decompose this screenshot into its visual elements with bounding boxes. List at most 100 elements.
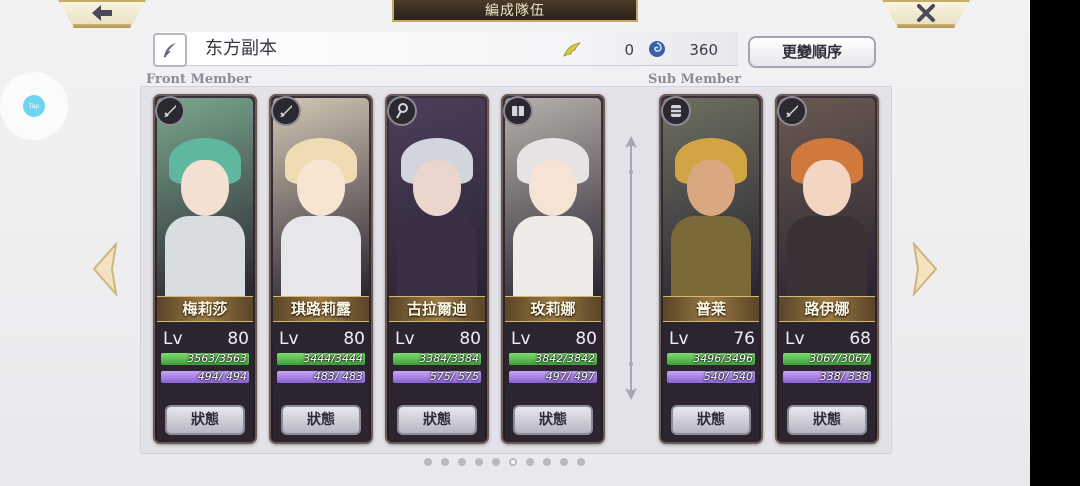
member-nameplate: 古拉爾迪 — [389, 296, 485, 322]
member-portrait — [505, 98, 601, 296]
mp-value: 483/ 483 — [313, 371, 363, 383]
close-button[interactable] — [882, 0, 970, 28]
close-x-icon — [882, 2, 970, 28]
hp-bar: 3067/3067 — [783, 353, 871, 365]
mp-value: 540/ 540 — [703, 371, 753, 383]
member-card-4[interactable]: 玫莉娜 Lv 80 3842/3842 497/ 497 狀態 — [501, 94, 605, 444]
chevron-left-icon[interactable] — [90, 242, 120, 296]
page-dot[interactable] — [560, 458, 568, 466]
hp-bar: 3496/3496 — [667, 353, 755, 365]
status-button[interactable]: 狀態 — [671, 405, 751, 435]
status-button[interactable]: 狀態 — [787, 405, 867, 435]
edit-party-name-button[interactable] — [153, 33, 187, 67]
screen-title: 編成隊伍 — [485, 3, 545, 19]
member-stats: Lv 76 3496/3496 540/ 540 狀態 — [663, 323, 759, 442]
member-card-1[interactable]: 梅莉莎 Lv 80 3563/3563 494/ 494 狀態 — [153, 94, 257, 444]
status-button[interactable]: 狀態 — [281, 405, 361, 435]
page-dot[interactable] — [509, 458, 517, 466]
level-label: Lv — [785, 329, 805, 349]
member-portrait — [779, 98, 875, 296]
change-order-button[interactable]: 更變順序 — [748, 36, 876, 68]
member-portrait — [389, 98, 485, 296]
hp-value: 3563/3563 — [187, 353, 247, 365]
page-dot[interactable] — [458, 458, 466, 466]
member-portrait — [663, 98, 759, 296]
member-name: 梅莉莎 — [182, 300, 228, 318]
page-dot[interactable] — [492, 458, 500, 466]
swirl-orb-icon — [649, 41, 665, 57]
member-portrait — [157, 98, 253, 296]
member-nameplate: 路伊娜 — [779, 296, 875, 322]
mp-bar: 497/ 497 — [509, 371, 597, 383]
hp-value: 3496/3496 — [693, 353, 753, 365]
member-stats: Lv 68 3067/3067 338/ 338 狀態 — [779, 323, 875, 442]
mp-value: 494/ 494 — [197, 371, 247, 383]
member-portrait — [273, 98, 369, 296]
status-button[interactable]: 狀態 — [513, 405, 593, 435]
hp-bar: 3563/3563 — [161, 353, 249, 365]
member-nameplate: 琪路莉露 — [273, 296, 369, 322]
page-dot[interactable] — [577, 458, 585, 466]
device-edge — [1030, 0, 1080, 486]
status-button[interactable]: 狀態 — [165, 405, 245, 435]
member-name: 普莱 — [695, 300, 726, 318]
member-nameplate: 梅莉莎 — [157, 296, 253, 322]
hp-value: 3067/3067 — [809, 353, 869, 365]
mp-bar: 494/ 494 — [161, 371, 249, 383]
level-label: Lv — [279, 329, 299, 349]
member-stats: Lv 80 3842/3842 497/ 497 狀態 — [505, 323, 601, 442]
wing-icon — [563, 42, 581, 57]
member-stats: Lv 80 3384/3384 575/ 575 狀態 — [389, 323, 485, 442]
member-card-3[interactable]: 古拉爾迪 Lv 80 3384/3384 575/ 575 狀態 — [385, 94, 489, 444]
sub-member-label: Sub Member — [648, 72, 742, 87]
level-value: 76 — [733, 329, 755, 349]
mp-value: 338/ 338 — [819, 371, 869, 383]
hp-bar: 3842/3842 — [509, 353, 597, 365]
mp-bar: 483/ 483 — [277, 371, 365, 383]
sword-icon — [777, 96, 807, 126]
tap-label: Tap — [28, 102, 40, 110]
member-card-6[interactable]: 路伊娜 Lv 68 3067/3067 338/ 338 狀態 — [775, 94, 879, 444]
member-stats: Lv 80 3563/3563 494/ 494 狀態 — [157, 323, 253, 442]
wing-count: 0 — [624, 41, 634, 59]
hp-bar: 3444/3444 — [277, 353, 365, 365]
mp-value: 497/ 497 — [545, 371, 595, 383]
back-arrow-icon — [58, 2, 146, 28]
member-card-2[interactable]: 琪路莉露 Lv 80 3444/3444 483/ 483 狀態 — [269, 94, 373, 444]
member-stats: Lv 80 3444/3444 483/ 483 狀態 — [273, 323, 369, 442]
mp-bar: 575/ 575 — [393, 371, 481, 383]
page-dot[interactable] — [424, 458, 432, 466]
mp-bar: 540/ 540 — [667, 371, 755, 383]
level-label: Lv — [163, 329, 183, 349]
game-screen: 編成隊伍 Tap 东方副本 0 360 更變順序 Front Member Su… — [0, 0, 1030, 486]
back-button[interactable] — [58, 0, 146, 28]
member-name: 路伊娜 — [804, 300, 850, 318]
party-name: 东方副本 — [205, 38, 277, 59]
level-label: Lv — [511, 329, 531, 349]
level-value: 80 — [575, 329, 597, 349]
screen-title-plate: 編成隊伍 — [392, 0, 638, 22]
hp-value: 3444/3444 — [303, 353, 363, 365]
page-dot[interactable] — [543, 458, 551, 466]
hp-value: 3384/3384 — [419, 353, 479, 365]
page-dot[interactable] — [441, 458, 449, 466]
level-value: 80 — [343, 329, 365, 349]
member-name: 琪路莉露 — [290, 300, 351, 318]
level-value: 80 — [459, 329, 481, 349]
magic-staff-icon — [387, 96, 417, 126]
floating-tap-button[interactable]: Tap — [0, 72, 68, 140]
level-label: Lv — [669, 329, 689, 349]
section-divider — [625, 136, 637, 400]
member-card-5[interactable]: 普莱 Lv 76 3496/3496 540/ 540 狀態 — [659, 94, 763, 444]
status-button[interactable]: 狀態 — [397, 405, 477, 435]
orb-count: 360 — [689, 41, 718, 59]
quill-icon — [163, 43, 176, 58]
mp-bar: 338/ 338 — [783, 371, 871, 383]
chevron-right-icon[interactable] — [910, 242, 940, 296]
page-dot[interactable] — [526, 458, 534, 466]
sword-icon — [271, 96, 301, 126]
level-value: 68 — [849, 329, 871, 349]
sword-icon — [155, 96, 185, 126]
hp-value: 3842/3842 — [535, 353, 595, 365]
page-dot[interactable] — [475, 458, 483, 466]
